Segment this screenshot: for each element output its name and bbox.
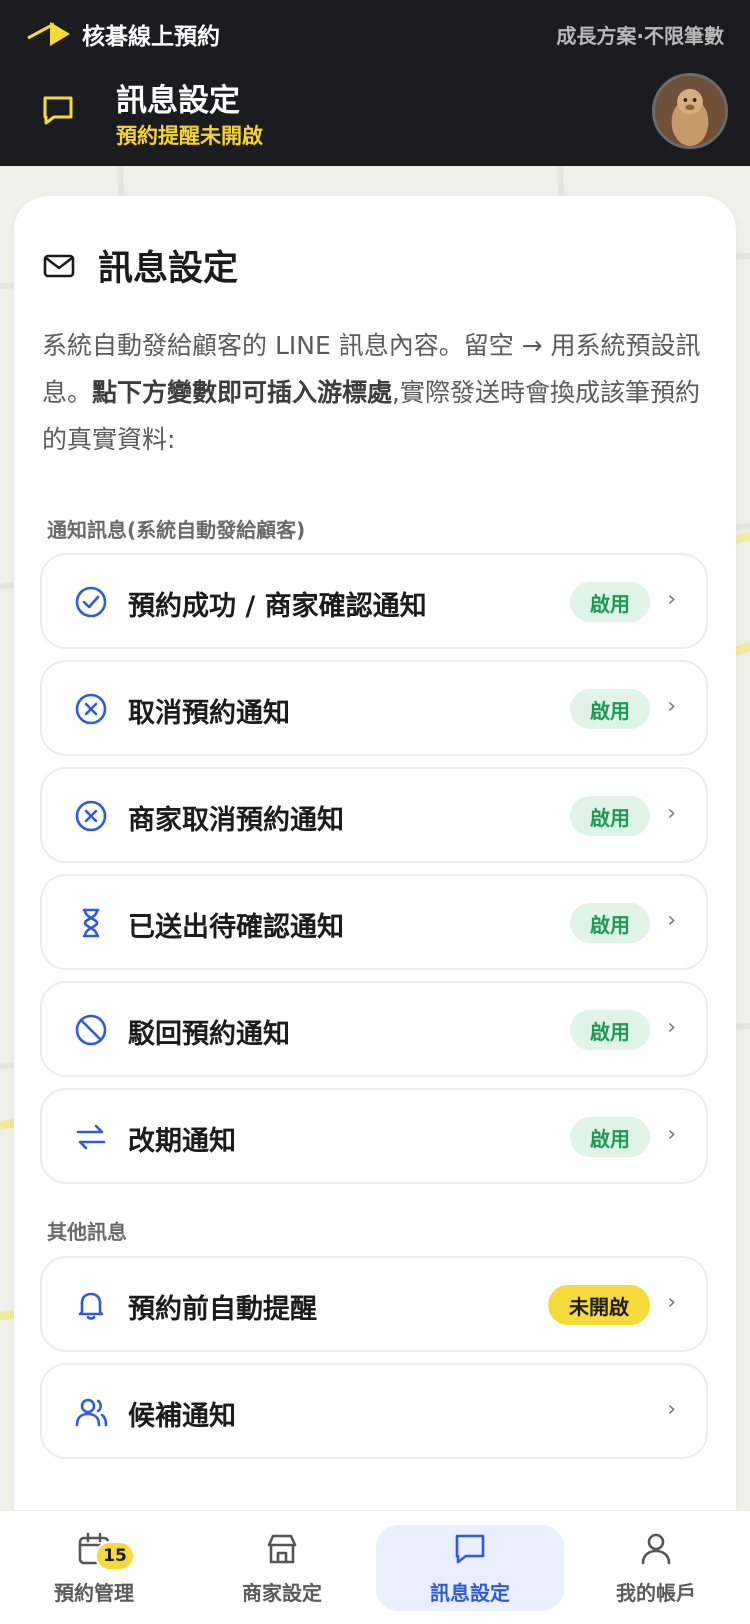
list-item-booking-confirm[interactable]: 預約成功 / 商家確認通知 啟用 › xyxy=(40,553,708,649)
section-label-notify: 通知訊息(系統自動發給顧客) xyxy=(47,518,306,542)
hourglass-icon xyxy=(82,908,100,938)
nav-item-bookings[interactable]: 15 預約管理 xyxy=(0,1525,188,1611)
section-label-other: 其他訊息 xyxy=(47,1220,127,1244)
status-badge: 啟用 xyxy=(570,582,650,622)
status-badge: 未開啟 xyxy=(548,1285,650,1325)
store-icon xyxy=(267,1534,297,1564)
bottom-nav: 15 預約管理 商家設定 訊息設定 我的帳戶 xyxy=(0,1510,750,1624)
chevron-right-icon: › xyxy=(667,1397,676,1422)
nav-item-message-settings[interactable]: 訊息設定 xyxy=(376,1525,564,1611)
chevron-right-icon: › xyxy=(667,587,676,612)
chevron-right-icon: › xyxy=(667,1015,676,1040)
item-label: 駁回預約通知 xyxy=(128,1019,290,1050)
list-item-reject-booking[interactable]: 駁回預約通知 啟用 › xyxy=(40,981,708,1077)
brand: 核碁線上預約 xyxy=(26,14,220,54)
status-badge: 啟用 xyxy=(570,903,650,943)
status-badge: 啟用 xyxy=(570,796,650,836)
desc-bold: 點下方變數即可插入游標處 xyxy=(92,378,393,407)
message-settings-card: 訊息設定 系統自動發給顧客的 LINE 訊息內容。留空 → 用系統預設訊息。點下… xyxy=(14,196,736,1624)
chevron-right-icon: › xyxy=(667,1290,676,1315)
list-item-reschedule[interactable]: 改期通知 啟用 › xyxy=(40,1088,708,1184)
item-label: 預約成功 / 商家確認通知 xyxy=(128,591,427,622)
list-item-cancel-booking[interactable]: 取消預約通知 啟用 › xyxy=(40,660,708,756)
nav-label: 訊息設定 xyxy=(430,1581,510,1605)
play-logo-icon xyxy=(27,22,70,46)
bookings-count-badge: 15 xyxy=(95,1541,135,1571)
item-label: 候補通知 xyxy=(128,1401,236,1432)
user-icon xyxy=(641,1533,671,1565)
x-circle-icon xyxy=(75,800,107,832)
status-badge: 啟用 xyxy=(570,1010,650,1050)
check-circle-icon xyxy=(75,586,107,618)
item-label: 商家取消預約通知 xyxy=(128,805,344,836)
list-item-pending-confirm[interactable]: 已送出待確認通知 啟用 › xyxy=(40,874,708,970)
status-badge: 啟用 xyxy=(570,1117,650,1157)
avatar[interactable] xyxy=(652,73,728,149)
list-item-auto-reminder[interactable]: 預約前自動提醒 未開啟 › xyxy=(40,1256,708,1352)
page-title: 訊息設定 xyxy=(116,83,240,119)
item-label: 預約前自動提醒 xyxy=(128,1294,317,1325)
app-header: 核碁線上預約 成長方案·不限筆數 訊息設定 預約提醒未開啟 xyxy=(0,0,750,166)
list-item-waitlist[interactable]: 候補通知 › xyxy=(40,1363,708,1459)
chat-icon xyxy=(455,1534,485,1564)
list-item-merchant-cancel[interactable]: 商家取消預約通知 啟用 › xyxy=(40,767,708,863)
chevron-right-icon: › xyxy=(667,908,676,933)
swap-arrows-icon xyxy=(76,1124,106,1150)
chevron-right-icon: › xyxy=(667,801,676,826)
mail-icon xyxy=(43,254,75,277)
nav-label: 預約管理 xyxy=(54,1581,134,1605)
chat-icon xyxy=(43,96,73,125)
chevron-right-icon: › xyxy=(667,1122,676,1147)
status-badge: 啟用 xyxy=(570,689,650,729)
item-label: 改期通知 xyxy=(128,1126,236,1157)
avatar-image xyxy=(655,76,725,146)
card-header: 訊息設定 xyxy=(42,240,238,291)
brand-name: 核碁線上預約 xyxy=(82,24,220,50)
reminder-status-text: 預約提醒未開啟 xyxy=(116,124,263,148)
item-label: 取消預約通知 xyxy=(128,698,290,729)
nav-item-store-settings[interactable]: 商家設定 xyxy=(188,1525,376,1611)
card-description: 系統自動發給顧客的 LINE 訊息內容。留空 → 用系統預設訊息。點下方變數即可… xyxy=(42,322,702,463)
chevron-right-icon: › xyxy=(667,694,676,719)
card-title: 訊息設定 xyxy=(98,249,239,289)
nav-label: 我的帳戶 xyxy=(616,1581,696,1605)
ban-icon xyxy=(75,1014,107,1046)
item-label: 已送出待確認通知 xyxy=(128,912,344,943)
nav-label: 商家設定 xyxy=(242,1581,322,1605)
plan-label: 成長方案·不限筆數 xyxy=(556,24,724,48)
x-circle-icon xyxy=(75,693,107,725)
users-icon xyxy=(75,1398,108,1427)
nav-item-account[interactable]: 我的帳戶 xyxy=(562,1525,750,1611)
bell-icon xyxy=(78,1292,104,1320)
